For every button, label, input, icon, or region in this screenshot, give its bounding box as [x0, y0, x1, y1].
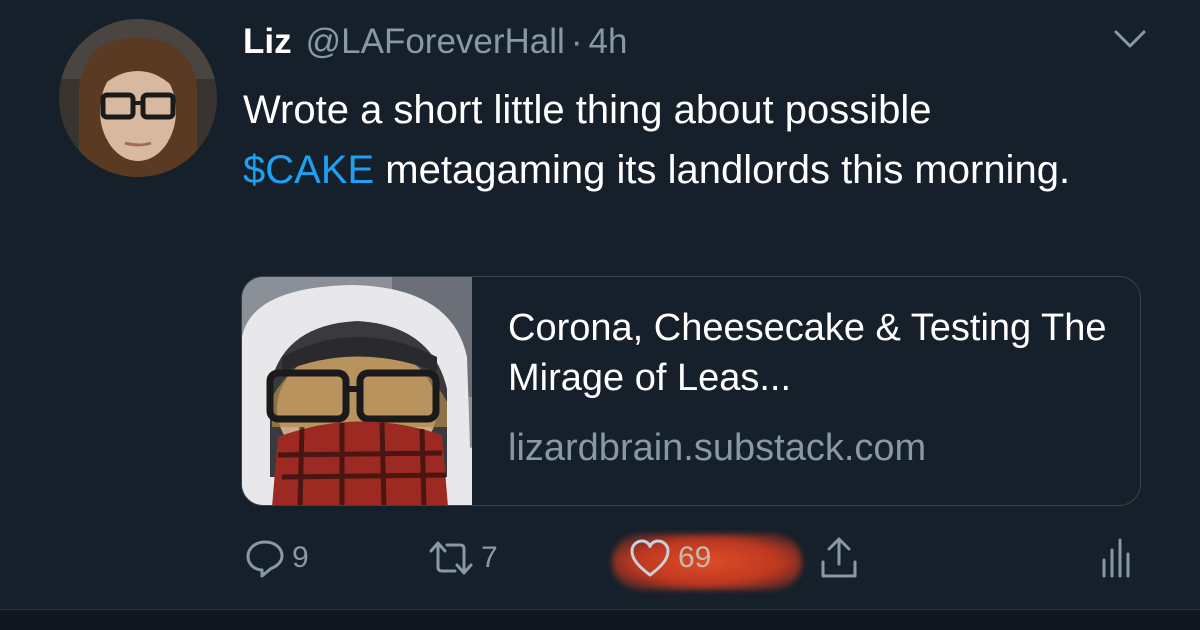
reply-button[interactable]: 9 [244, 530, 309, 586]
reply-icon [246, 540, 284, 578]
card-thumbnail [242, 277, 472, 505]
share-icon [821, 537, 857, 578]
tweet[interactable]: Liz @LAForeverHall · 4h Wrote a short li… [0, 0, 1200, 610]
separator-dot: · [570, 22, 583, 61]
retweet-icon [429, 541, 473, 575]
timestamp[interactable]: 4h [588, 22, 627, 62]
link-card[interactable]: Corona, Cheesecake & Testing The Mirage … [241, 276, 1141, 506]
retweet-button[interactable]: 7 [427, 530, 498, 586]
tweet-text: Wrote a short little thing about possibl… [243, 80, 1143, 200]
bottom-divider [0, 609, 1200, 630]
more-options-button[interactable] [1108, 24, 1152, 54]
analytics-icon [1102, 538, 1130, 578]
card-thumbnail-image [242, 277, 472, 505]
tweet-actions: 9 7 69 [0, 530, 1200, 586]
avatar-image [59, 19, 217, 177]
card-body: Corona, Cheesecake & Testing The Mirage … [508, 303, 1118, 473]
card-title: Corona, Cheesecake & Testing The Mirage … [508, 307, 1107, 399]
tweet-text-start: Wrote a short little thing about possibl… [243, 88, 932, 132]
like-button[interactable]: 69 [628, 530, 711, 586]
author-handle[interactable]: @LAForeverHall [306, 22, 565, 62]
tweet-text-end: metagaming its landlords this morning. [374, 148, 1071, 192]
author-name[interactable]: Liz [243, 22, 292, 62]
like-count: 69 [678, 541, 712, 574]
avatar[interactable] [59, 19, 217, 177]
tweet-header: Liz @LAForeverHall · 4h [243, 20, 627, 64]
cashtag-link[interactable]: $CAKE [243, 148, 374, 192]
retweet-count: 7 [481, 541, 498, 574]
heart-icon [630, 539, 670, 577]
card-domain: lizardbrain.substack.com [508, 427, 927, 469]
analytics-button[interactable] [1098, 530, 1134, 586]
chevron-down-icon [1114, 30, 1146, 48]
share-button[interactable] [817, 530, 861, 586]
reply-count: 9 [292, 541, 309, 574]
